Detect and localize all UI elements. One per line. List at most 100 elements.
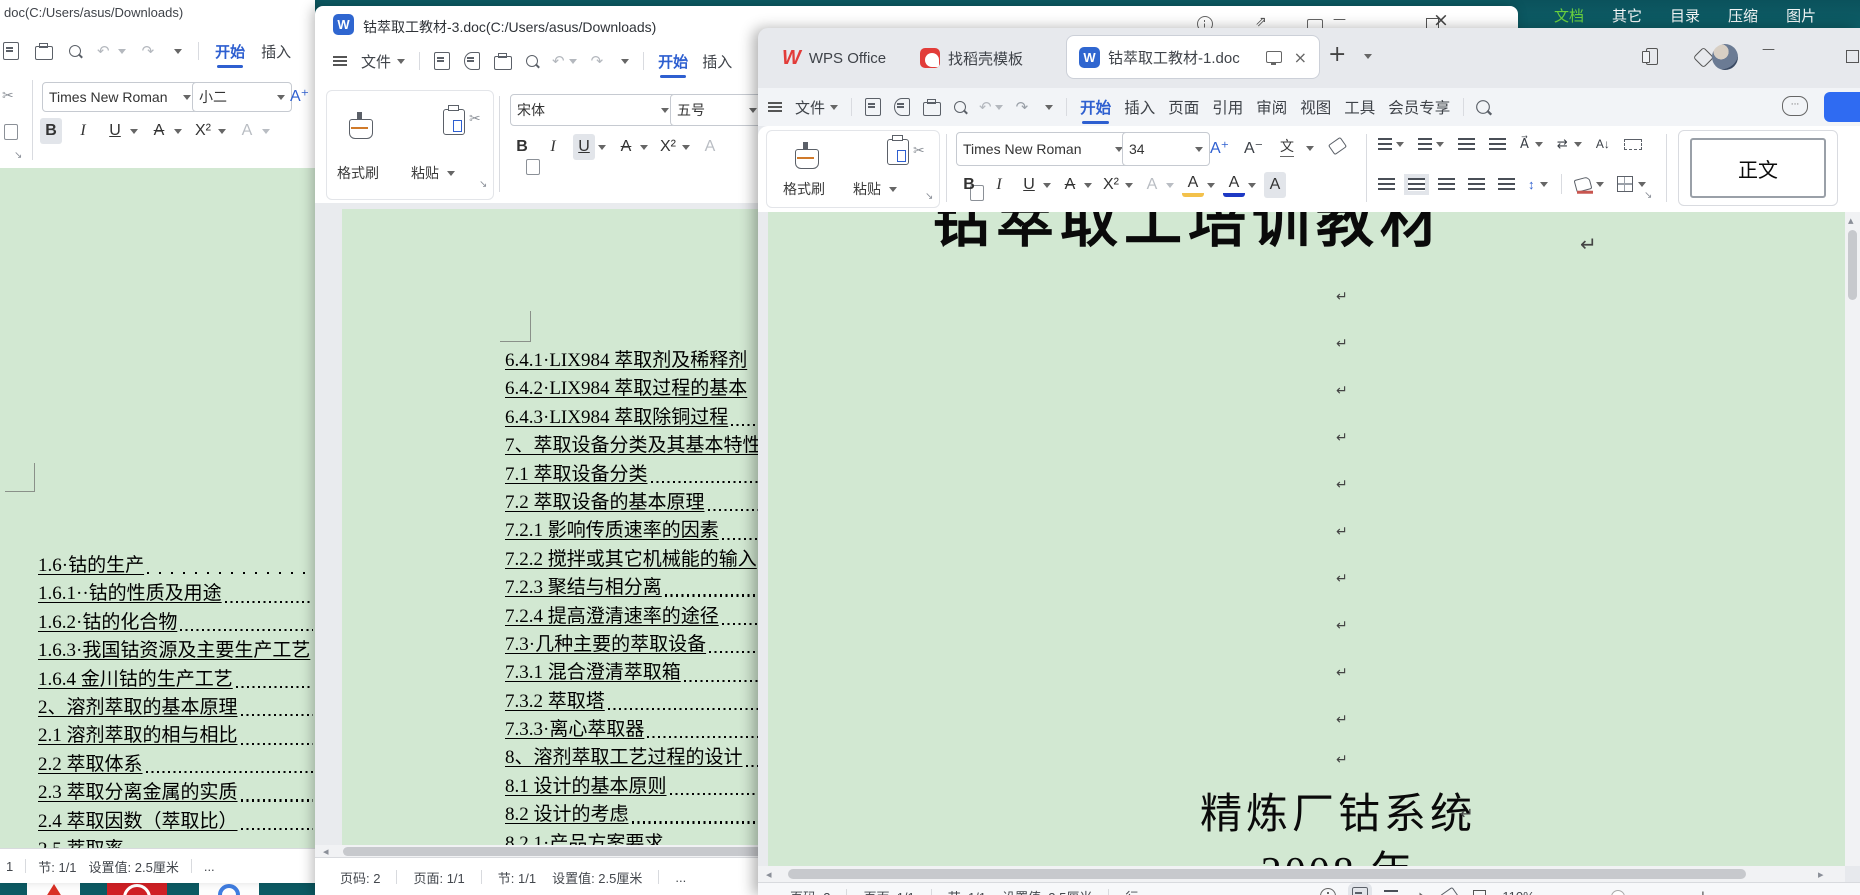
superscript-caret-icon[interactable]	[218, 129, 226, 134]
underline-caret-icon[interactable]	[598, 145, 606, 150]
tab-insert[interactable]: 插入	[261, 41, 291, 62]
taskbar-icon-media-app[interactable]	[107, 882, 167, 895]
export-pdf-icon[interactable]	[464, 52, 480, 70]
align-justify-icon[interactable]	[1468, 178, 1485, 191]
ribbon-tab-view[interactable]: 视图	[1300, 96, 1331, 118]
zoom-slider-knob[interactable]	[1611, 890, 1625, 895]
borders-caret-icon[interactable]	[1638, 182, 1646, 187]
format-painter-label[interactable]: 格式刷	[783, 179, 825, 199]
increase-indent-icon[interactable]	[1489, 138, 1506, 151]
zoom-in-icon[interactable]: +	[1697, 887, 1710, 895]
minimize-button[interactable]: —	[1333, 12, 1346, 27]
ribbon-tab-reference[interactable]: 引用	[1212, 96, 1243, 118]
pinyin-caret-icon[interactable]	[1306, 146, 1314, 151]
italic-button[interactable]: I	[542, 134, 564, 160]
font-color-button[interactable]: A	[1223, 173, 1245, 197]
ribbon-tab-member[interactable]: 会员专享	[1388, 96, 1450, 118]
redo-icon[interactable]: ↷	[1016, 98, 1029, 116]
superscript-caret-icon[interactable]	[1125, 183, 1133, 188]
toc-item[interactable]: 2.1 溶剂萃取的相与相比	[38, 722, 315, 750]
bold-button[interactable]: B	[511, 134, 533, 160]
save-icon[interactable]	[434, 52, 450, 70]
toc-item[interactable]: 2.3 萃取分离金属的实质	[38, 779, 315, 807]
scroll-thumb[interactable]	[1848, 230, 1857, 300]
desktop-menu-item-compress[interactable]: 压缩	[1728, 5, 1758, 26]
desktop-menu-item-image[interactable]: 图片	[1786, 5, 1816, 26]
user-avatar[interactable]	[1712, 44, 1738, 70]
tab-home[interactable]: 开始	[658, 51, 688, 72]
line-spacing-icon[interactable]: ↕	[1528, 177, 1535, 192]
outline-view-icon[interactable]	[1384, 890, 1398, 895]
undo-caret-icon[interactable]	[995, 105, 1003, 110]
char-scale-icon[interactable]: A⃗	[1520, 136, 1529, 152]
redo-icon[interactable]: ↷	[142, 42, 155, 60]
copy-icon[interactable]	[4, 124, 18, 140]
cut-icon[interactable]: ✂	[2, 88, 14, 104]
grow-font-button[interactable]: A⁺	[290, 86, 309, 106]
print-preview-icon[interactable]	[954, 101, 966, 113]
underline-caret-icon[interactable]	[1043, 183, 1051, 188]
paste-icon[interactable]	[887, 139, 909, 165]
desktop-menu-item-docs[interactable]: 文档	[1554, 5, 1584, 26]
tab-stops-icon[interactable]	[1624, 139, 1642, 150]
taskbar-icon-pdf-app[interactable]	[27, 882, 80, 895]
tab-docer-templates[interactable]: 找稻壳模板	[908, 37, 1035, 79]
superscript-button[interactable]: X²	[192, 118, 214, 144]
window-right-hscrollbar[interactable]: ◂ ▸	[758, 866, 1845, 882]
align-right-icon[interactable]	[1438, 178, 1455, 191]
line-spacing-caret-icon[interactable]	[1540, 182, 1548, 187]
italic-button[interactable]: I	[72, 118, 94, 144]
undo-icon[interactable]: ↶	[979, 98, 992, 116]
file-menu[interactable]: 文件	[361, 51, 391, 72]
ribbon-tab-tools[interactable]: 工具	[1344, 96, 1375, 118]
sort-icon[interactable]: A↓	[1596, 137, 1610, 151]
group-expand-icon[interactable]: ↘	[925, 191, 933, 202]
char-scale-caret-icon[interactable]	[1535, 142, 1543, 147]
scroll-up-icon[interactable]: ▴	[1848, 214, 1854, 227]
window-right-vscrollbar[interactable]: ▴	[1845, 212, 1860, 866]
print-icon[interactable]	[923, 102, 941, 116]
grow-font-button[interactable]: A⁺	[1210, 138, 1229, 158]
paste-label[interactable]: 粘贴	[853, 179, 881, 199]
undo-caret-icon[interactable]	[569, 59, 577, 64]
bold-button[interactable]: B	[40, 118, 62, 144]
font-name-select[interactable]: 宋体	[510, 94, 676, 126]
superscript-caret-icon[interactable]	[682, 145, 690, 150]
undo-icon[interactable]: ↶	[97, 42, 110, 60]
font-size-select[interactable]: 34	[1122, 132, 1210, 166]
strikethrough-button[interactable]: A	[615, 134, 637, 160]
highlight-caret-icon[interactable]	[1207, 183, 1215, 188]
share-button[interactable]	[1824, 92, 1860, 122]
text-direction-icon[interactable]: ⇄	[1557, 136, 1568, 152]
italic-button[interactable]: I	[988, 172, 1010, 198]
strike-caret-icon[interactable]	[1084, 183, 1092, 188]
strikethrough-button[interactable]: A	[148, 118, 170, 144]
export-pdf-icon[interactable]	[3, 42, 19, 60]
font-name-select[interactable]: Times New Roman	[42, 82, 198, 112]
new-tab-button[interactable]: +	[1328, 42, 1346, 67]
mobile-view-icon[interactable]	[1646, 48, 1658, 65]
bullets-caret-icon[interactable]	[1396, 142, 1404, 147]
menubar-more-icon[interactable]	[621, 59, 629, 64]
status-more-button[interactable]: ...	[675, 870, 686, 885]
quickbar-more-icon[interactable]	[174, 49, 182, 54]
format-painter-icon[interactable]	[795, 149, 819, 169]
menu-burger-icon[interactable]	[333, 56, 347, 66]
toc-item[interactable]: 2.2 萃取体系	[38, 751, 315, 779]
tab-close-icon[interactable]: ×	[1294, 48, 1307, 67]
group-expand-icon[interactable]: ↘	[14, 150, 22, 161]
tab-wps-office[interactable]: W WPS Office	[770, 37, 898, 79]
print-preview-icon[interactable]	[526, 55, 538, 67]
align-distribute-icon[interactable]	[1498, 178, 1515, 191]
decrease-indent-icon[interactable]	[1458, 138, 1475, 151]
copy-icon[interactable]	[526, 159, 540, 175]
menubar-more-icon[interactable]	[1045, 105, 1053, 110]
file-menu-caret-icon[interactable]	[830, 105, 838, 110]
ribbon-tab-page[interactable]: 页面	[1168, 96, 1199, 118]
underline-button[interactable]: U	[1018, 172, 1040, 198]
strike-caret-icon[interactable]	[640, 145, 648, 150]
cut-icon[interactable]: ✂	[913, 143, 925, 159]
clear-format-icon[interactable]	[1328, 137, 1347, 155]
zoom-level[interactable]: 110%	[1502, 889, 1534, 895]
scroll-right-icon[interactable]: ▸	[1818, 868, 1824, 881]
